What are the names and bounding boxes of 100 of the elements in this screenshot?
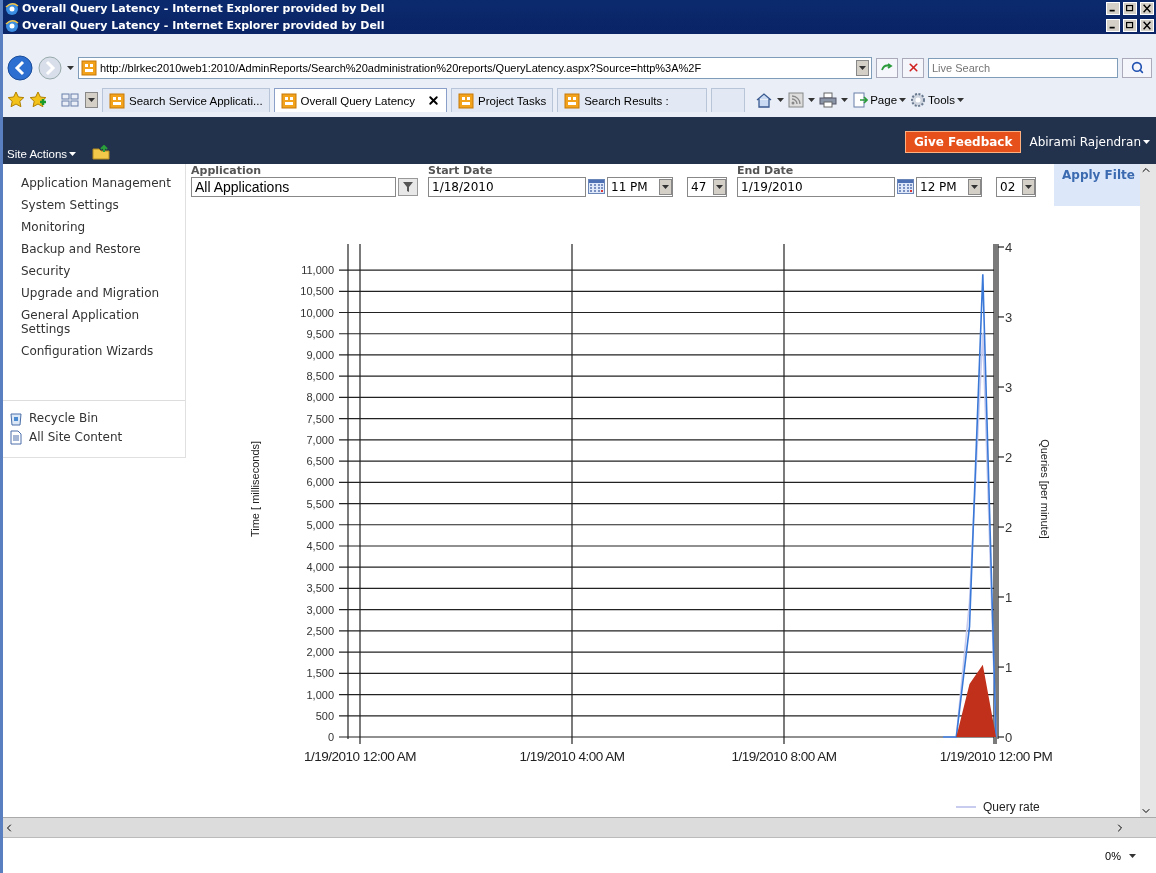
folder-icon[interactable] bbox=[92, 144, 111, 160]
nav-link[interactable]: All Site Content bbox=[3, 427, 185, 447]
nav-link[interactable]: Configuration Wizards bbox=[3, 339, 185, 362]
filter-icon[interactable] bbox=[398, 177, 418, 196]
gear-icon bbox=[910, 92, 927, 109]
nav-link[interactable]: Application Management bbox=[3, 171, 185, 194]
browser-tab[interactable]: Search Service Applicati... bbox=[102, 88, 270, 113]
nav-link[interactable]: Upgrade and Migration bbox=[3, 281, 185, 304]
zoom-level[interactable]: 0% bbox=[1105, 849, 1136, 862]
tick-label: 2 bbox=[1005, 519, 1013, 535]
minimize-icon[interactable] bbox=[1106, 2, 1120, 15]
caret-icon bbox=[69, 151, 77, 156]
tick-label: 500 bbox=[315, 709, 334, 722]
vertical-scrollbar[interactable] bbox=[1140, 163, 1156, 817]
tick-label: 4,000 bbox=[306, 560, 334, 573]
browser-logo-icon bbox=[5, 1, 19, 16]
add-favorite-icon[interactable] bbox=[29, 91, 47, 110]
tick-label: 1 bbox=[1005, 589, 1013, 605]
tick-label: 5,000 bbox=[306, 518, 334, 531]
minute-select[interactable]: 02 bbox=[996, 176, 1036, 197]
close-icon[interactable] bbox=[1140, 19, 1154, 32]
tick-label: 2 bbox=[1005, 449, 1013, 465]
dropdown-button[interactable] bbox=[856, 59, 869, 76]
maximize-icon[interactable] bbox=[1123, 2, 1137, 15]
tick-label: 7,500 bbox=[306, 412, 334, 425]
stop-button[interactable] bbox=[902, 57, 924, 78]
dropdown-button[interactable] bbox=[85, 92, 98, 109]
dropdown-button[interactable] bbox=[713, 178, 726, 195]
feed-icon[interactable] bbox=[788, 92, 805, 109]
tick-label: 3,500 bbox=[306, 582, 334, 595]
tick-label: 1,500 bbox=[306, 667, 334, 679]
tick-label: 4,500 bbox=[306, 539, 334, 552]
recycle-bin-icon bbox=[9, 410, 23, 426]
browser-tab[interactable]: Search Results : bbox=[557, 88, 708, 113]
browser-tab[interactable]: Overall Query Latency bbox=[273, 88, 447, 113]
caret-icon bbox=[808, 98, 816, 103]
command-menu[interactable]: Tools bbox=[910, 92, 964, 109]
caret-icon bbox=[1025, 184, 1032, 189]
dropdown-button[interactable] bbox=[659, 178, 672, 195]
tick-label: 2,500 bbox=[306, 624, 334, 637]
browser-tab[interactable]: Project Tasks bbox=[451, 88, 554, 113]
search-button[interactable] bbox=[1122, 57, 1152, 78]
calendar-icon[interactable] bbox=[897, 179, 914, 195]
caret-icon bbox=[956, 98, 964, 103]
page-icon bbox=[109, 92, 125, 109]
page-menu-icon bbox=[852, 92, 869, 109]
date-field[interactable]: 1/18/2010 bbox=[428, 176, 586, 197]
command-menu[interactable]: Page bbox=[852, 92, 907, 109]
feedback-button[interactable]: Give Feedback bbox=[905, 131, 1022, 154]
application-select[interactable]: All Applications bbox=[191, 176, 396, 197]
dropdown-button[interactable] bbox=[1022, 178, 1035, 195]
tick-label: 6,500 bbox=[306, 454, 334, 467]
tick-label: 7,000 bbox=[306, 433, 334, 446]
page-icon bbox=[458, 92, 474, 109]
nav-link[interactable]: Backup and Restore bbox=[3, 237, 185, 260]
tick-label: 9,500 bbox=[306, 327, 334, 340]
printer-icon[interactable] bbox=[819, 92, 838, 109]
nav-link[interactable]: System Settings bbox=[3, 193, 185, 216]
page-icon bbox=[280, 92, 297, 109]
nav-link[interactable]: General Application Settings bbox=[3, 303, 185, 340]
stop-icon bbox=[906, 61, 920, 75]
tick-label: 6,000 bbox=[306, 475, 334, 488]
tick-label: 0 bbox=[327, 730, 334, 743]
hour-select[interactable]: 12 PM bbox=[916, 176, 982, 197]
address-field[interactable]: http://blrkec2010web1:2010/AdminReports/Search%20administration%20reports/QueryLatency.aspx?Source=http%3A%2F bbox=[78, 56, 872, 79]
caret-icon bbox=[899, 98, 907, 103]
apply-filter-link[interactable]: Apply Filte bbox=[1062, 167, 1135, 182]
caret-icon bbox=[662, 184, 669, 189]
dropdown-button[interactable] bbox=[968, 178, 981, 195]
caret-icon bbox=[971, 184, 978, 189]
maximize-icon[interactable] bbox=[1123, 19, 1137, 32]
refresh-button[interactable] bbox=[876, 57, 898, 78]
date-field[interactable]: 1/19/2010 bbox=[737, 176, 895, 197]
horizontal-scrollbar[interactable] bbox=[3, 816, 1156, 838]
minute-select[interactable]: 47 bbox=[687, 176, 727, 197]
calendar-icon[interactable] bbox=[588, 179, 605, 195]
favorites-star-icon[interactable] bbox=[7, 91, 25, 110]
axis-title: Queries [per minute] bbox=[1039, 438, 1051, 539]
hour-select[interactable]: 11 PM bbox=[607, 176, 673, 197]
home-icon[interactable] bbox=[755, 91, 774, 110]
tick-label: 9,000 bbox=[306, 348, 334, 361]
window-title: Overall Query Latency - Internet Explorer provided by Dell bbox=[22, 2, 386, 15]
tick-label: 8,000 bbox=[306, 391, 334, 404]
back-button[interactable] bbox=[7, 54, 33, 81]
nav-link[interactable]: Recycle Bin bbox=[3, 408, 185, 428]
minimize-icon[interactable] bbox=[1106, 19, 1120, 32]
user-menu[interactable]: Abirami Rajendran bbox=[1029, 135, 1150, 150]
tick-label: 10,500 bbox=[300, 284, 334, 297]
caret-icon bbox=[859, 65, 866, 70]
legend-swatch bbox=[955, 805, 977, 808]
tick-label: 1/19/2010 4:00 AM bbox=[519, 748, 625, 764]
site-actions-menu[interactable]: Site Actions bbox=[7, 147, 77, 160]
nav-link[interactable]: Monitoring bbox=[3, 215, 185, 238]
tick-label: 1/19/2010 12:00 AM bbox=[304, 748, 416, 764]
axis-title: Time [ milliseconds] bbox=[249, 440, 261, 537]
close-icon[interactable] bbox=[1140, 2, 1154, 15]
close-icon[interactable] bbox=[427, 94, 440, 108]
tick-label: 1,000 bbox=[306, 688, 334, 701]
nav-link[interactable]: Security bbox=[3, 259, 185, 282]
search-field[interactable]: Live Search bbox=[928, 57, 1118, 78]
